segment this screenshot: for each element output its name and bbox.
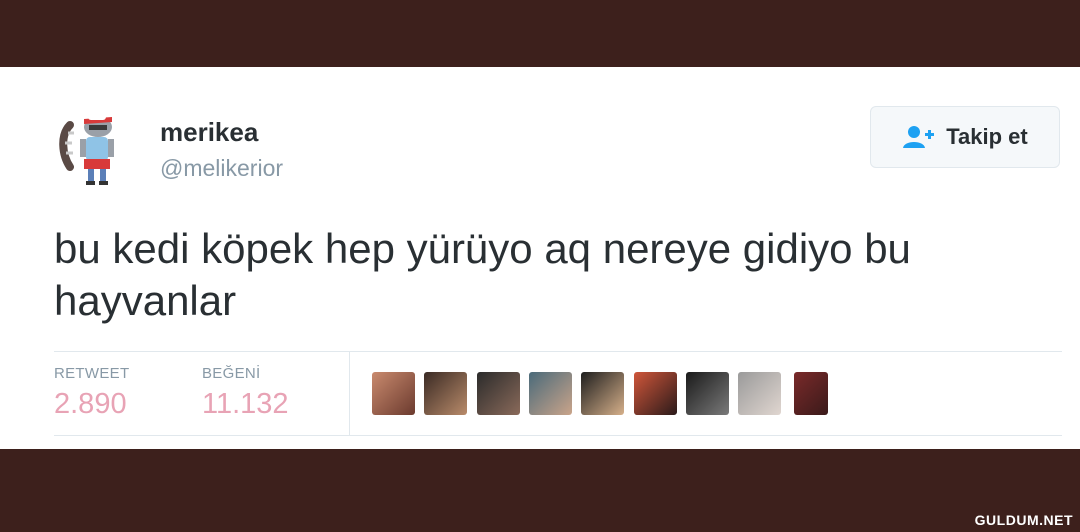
tweet-text: bu kedi köpek hep yürüyo aq nereye gidiy… <box>54 225 911 324</box>
tweet-card: merikea @melikerior Takip et bu kedi köp… <box>0 67 1080 449</box>
raccoon-avatar-icon <box>59 114 114 185</box>
liker-avatar[interactable] <box>477 372 520 415</box>
liker-avatar[interactable] <box>686 372 729 415</box>
retweet-stat[interactable]: RETWEET 2.890 <box>54 365 129 421</box>
watermark: GULDUM.NET <box>974 512 1073 528</box>
liker-avatar[interactable] <box>424 372 467 415</box>
stats-divider-vertical <box>349 351 350 435</box>
liker-avatar[interactable] <box>794 372 828 415</box>
retweet-count: 2.890 <box>54 388 127 420</box>
stats-divider-bottom <box>54 435 1062 436</box>
user-display-name[interactable]: merikea <box>160 117 258 148</box>
liker-avatar[interactable] <box>581 372 624 415</box>
follow-button[interactable]: Takip et <box>870 106 1060 168</box>
liker-avatar[interactable] <box>529 372 572 415</box>
liker-avatar[interactable] <box>738 372 781 415</box>
like-count: 11.132 <box>202 388 289 420</box>
user-avatar[interactable] <box>56 111 128 189</box>
liker-avatar[interactable] <box>372 372 415 415</box>
add-user-icon <box>903 126 935 148</box>
retweet-label: RETWEET <box>54 365 130 382</box>
follow-button-label: Takip et <box>946 124 1028 149</box>
stats-divider-top <box>54 351 1062 352</box>
liker-avatar[interactable] <box>634 372 677 415</box>
like-stat[interactable]: BEĞENİ 11.132 <box>202 365 289 421</box>
user-handle[interactable]: @melikerior <box>160 155 283 182</box>
like-label: BEĞENİ <box>202 365 261 382</box>
